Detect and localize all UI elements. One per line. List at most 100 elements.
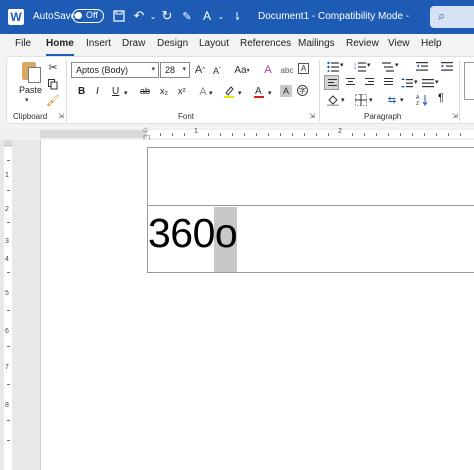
ruler-tick <box>376 133 377 136</box>
vruler-number: 7 <box>5 364 9 371</box>
document-title: Document1 - Compatibility Mode - <box>258 11 410 22</box>
ruler-tick <box>220 133 221 136</box>
bullets-icon[interactable] <box>326 59 340 73</box>
ruler-tick <box>304 133 305 136</box>
clipboard-sheet <box>28 67 41 83</box>
more-commands-icon[interactable]: ⇂ <box>228 6 246 26</box>
cut-icon[interactable]: ✂ <box>46 60 60 74</box>
tab-mailings[interactable]: Mailings <box>298 38 335 49</box>
svg-text:Z: Z <box>416 101 419 106</box>
font-color-dropdown-icon[interactable]: ▾ <box>268 89 272 97</box>
ruler-tick <box>160 133 161 136</box>
decrease-indent-icon[interactable] <box>415 59 429 73</box>
tab-view[interactable]: View <box>388 38 410 49</box>
bold-button[interactable]: B <box>78 86 85 97</box>
font-name-dropdown-icon: ▾ <box>151 66 155 73</box>
line-spacing-dropdown-icon[interactable]: ▾ <box>414 78 418 86</box>
show-formatting-button[interactable]: ¶ <box>438 92 444 104</box>
paste-icon[interactable] <box>20 60 41 83</box>
tab-draw[interactable]: Draw <box>122 38 145 49</box>
multilevel-dropdown-icon[interactable]: ▾ <box>395 61 399 69</box>
font-size-combo[interactable]: 28 ▾ <box>160 62 190 78</box>
word-app-icon: W <box>8 9 24 25</box>
shrink-font-icon[interactable]: Aˇ <box>210 64 224 78</box>
align-left-button[interactable] <box>324 75 339 90</box>
text-effects-dropdown-icon[interactable]: ▾ <box>209 89 213 97</box>
format-painter-icon[interactable]: 🖌 <box>46 93 60 107</box>
paste-label[interactable]: Paste <box>19 85 42 95</box>
styles-gallery[interactable] <box>464 62 474 100</box>
shading-icon[interactable] <box>326 93 340 107</box>
align-center-button[interactable] <box>343 75 358 90</box>
ruler-tick <box>436 133 437 136</box>
change-case-icon[interactable]: Aa ▾ <box>232 63 252 77</box>
change-case-glyph: Aa <box>234 64 247 76</box>
ruler-tick <box>232 133 233 136</box>
font-color-icon[interactable]: A <box>252 84 266 98</box>
clipboard-launcher-icon[interactable]: ⇲ <box>58 112 64 120</box>
search-icon: ⌕ <box>438 8 446 23</box>
vruler-tick <box>7 160 10 161</box>
tab-file[interactable]: File <box>15 38 31 49</box>
tab-insert[interactable]: Insert <box>86 38 111 49</box>
save-icon[interactable] <box>110 6 128 26</box>
brush-icon[interactable]: ✎ <box>178 6 196 26</box>
autosave-toggle[interactable]: Off <box>72 9 104 23</box>
borders-icon[interactable] <box>354 93 368 107</box>
clear-formatting-icon[interactable]: A <box>261 63 275 77</box>
vruler-tick <box>7 346 10 347</box>
redo-icon[interactable]: ↻ <box>158 6 176 26</box>
justify-button[interactable] <box>381 75 396 90</box>
phonetic-guide-icon[interactable]: abc <box>280 63 294 77</box>
character-border-icon[interactable]: A <box>298 63 309 74</box>
enclose-characters-icon[interactable]: 字 <box>297 85 308 96</box>
sort-icon[interactable]: AZ <box>415 93 429 107</box>
tab-review[interactable]: Review <box>346 38 379 49</box>
italic-button[interactable]: I <box>96 86 99 97</box>
distributed-icon[interactable] <box>421 76 435 90</box>
ruler-tick <box>424 133 425 136</box>
ruler-tick <box>316 133 317 136</box>
line-spacing-icon[interactable] <box>400 76 414 90</box>
character-shading-icon[interactable]: A <box>280 85 292 97</box>
svg-text:A: A <box>255 86 262 97</box>
table-cell-text[interactable]: 360o <box>148 210 238 256</box>
text-effects-button-icon[interactable]: A <box>196 85 210 99</box>
numbering-icon[interactable]: 12 <box>353 59 367 73</box>
copy-icon[interactable] <box>46 77 60 91</box>
vruler-number: 5 <box>5 290 9 297</box>
highlight-dropdown-icon[interactable]: ▾ <box>238 89 242 97</box>
superscript-button[interactable]: x² <box>178 86 186 96</box>
strikethrough-button[interactable]: ab <box>140 86 150 96</box>
multilevel-list-icon[interactable] <box>381 59 395 73</box>
increase-indent-icon[interactable] <box>440 59 454 73</box>
paste-dropdown-icon[interactable]: ▾ <box>25 96 29 104</box>
tab-home[interactable]: Home <box>46 38 74 49</box>
asian-layout-dropdown-icon[interactable]: ▾ <box>400 96 404 104</box>
clipboard-group-label: Clipboard <box>13 112 48 121</box>
grow-font-icon[interactable]: A ^ <box>193 63 207 77</box>
font-name-combo[interactable]: Aptos (Body) ▾ <box>71 62 159 78</box>
highlight-color-icon[interactable] <box>222 84 236 98</box>
vertical-ruler-margin <box>4 140 12 147</box>
search-box[interactable]: ⌕ <box>430 6 474 28</box>
tab-help[interactable]: Help <box>421 38 442 49</box>
tab-references[interactable]: References <box>240 38 291 49</box>
tab-design[interactable]: Design <box>157 38 188 49</box>
ruler-tick <box>400 133 401 136</box>
underline-dropdown-icon[interactable]: ▾ <box>124 89 128 97</box>
font-group-label: Font <box>178 112 195 121</box>
bullets-dropdown-icon[interactable]: ▾ <box>340 61 344 69</box>
table-cell-top[interactable] <box>147 147 474 206</box>
tab-layout[interactable]: Layout <box>199 38 229 49</box>
subscript-button[interactable]: x₂ <box>160 86 168 96</box>
underline-button[interactable]: U <box>112 86 119 97</box>
shading-dropdown-icon[interactable]: ▾ <box>341 96 345 104</box>
numbering-dropdown-icon[interactable]: ▾ <box>367 61 371 69</box>
asian-layout-icon[interactable]: ⇆ <box>385 93 399 107</box>
borders-dropdown-icon[interactable]: ▾ <box>369 96 373 104</box>
align-right-button[interactable] <box>362 75 377 90</box>
font-launcher-icon[interactable]: ⇲ <box>309 112 315 120</box>
paragraph-launcher-icon[interactable]: ⇲ <box>452 112 458 120</box>
distributed-dropdown-icon[interactable]: ▾ <box>435 78 439 86</box>
